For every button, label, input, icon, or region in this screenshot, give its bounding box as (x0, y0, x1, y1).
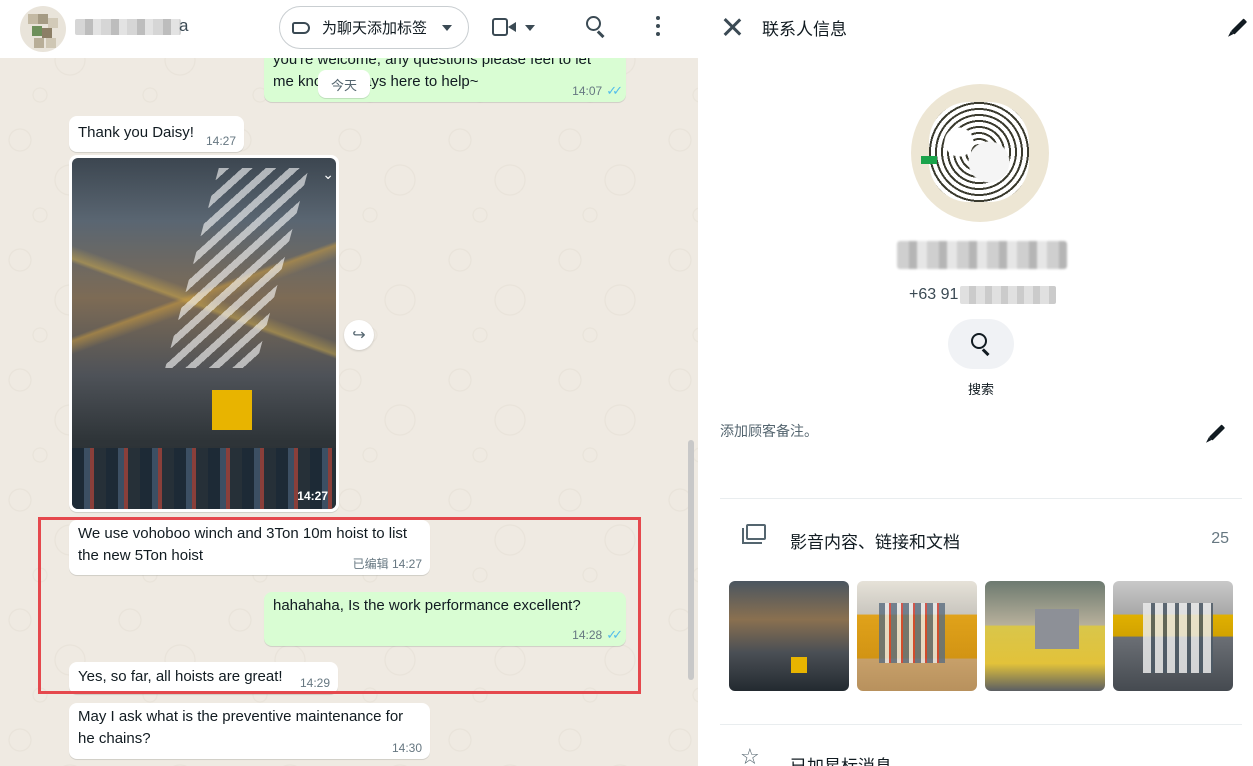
label-icon (292, 21, 310, 34)
day-divider: 今天 (318, 70, 370, 98)
customer-note-field[interactable]: 添加顾客备注。 (720, 421, 818, 441)
message-meta: 已编辑 14:27 (353, 557, 422, 571)
edited-label: 已编辑 (352, 557, 389, 571)
video-call-icon (492, 18, 508, 36)
message-bubble-incoming[interactable]: Yes, so far, all hoists are great! 14:29 (69, 662, 338, 694)
search-icon-handle (597, 30, 605, 38)
close-icon[interactable] (722, 17, 742, 37)
image-message[interactable]: ⌄ 14:27 (69, 155, 339, 512)
star-icon: ☆ (740, 744, 760, 766)
contact-info-title: 联系人信息 (762, 20, 847, 39)
message-text: hahahaha, Is the work performance excell… (273, 597, 581, 614)
message-meta: 14:28 ✓✓ (572, 627, 623, 643)
media-thumbnail[interactable] (857, 581, 977, 691)
message-time: 14:30 (391, 741, 422, 755)
menu-dot (656, 32, 660, 36)
add-label-button[interactable]: 为聊天添加标签 (279, 6, 469, 49)
add-label-text: 为聊天添加标签 (322, 20, 428, 37)
video-lens-icon (508, 22, 516, 32)
contact-info-pane: 联系人信息 +63 91 搜索 添加顾客备注。 影音内容、链接和文档 25 ☆ … (698, 0, 1253, 766)
message-time: 14:07 (572, 84, 603, 98)
message-text: Thank you Daisy! (78, 124, 194, 141)
forward-icon: ↪ (352, 327, 366, 344)
message-time: 14:27 (297, 489, 328, 503)
contact-phone: +63 91 (909, 286, 959, 303)
factory-photo[interactable]: ⌄ 14:27 (72, 158, 336, 509)
more-options-button[interactable] (652, 16, 664, 38)
media-thumbnail[interactable] (985, 581, 1105, 691)
search-icon-handle (982, 348, 990, 356)
chat-scrollbar[interactable] (688, 440, 694, 680)
contact-profile-photo[interactable] (911, 84, 1049, 222)
media-links-docs-title: 影音内容、链接和文档 (790, 533, 960, 552)
media-thumbnail[interactable] (729, 581, 849, 691)
message-text: Yes, so far, all hoists are great! (78, 668, 283, 685)
message-bubble-incoming[interactable]: Thank you Daisy! 14:27 (69, 116, 244, 152)
message-meta: 14:07 ✓✓ (572, 83, 623, 99)
message-time: 14:27 (391, 557, 422, 571)
message-time: 14:28 (572, 628, 603, 642)
profile-photo-redaction (929, 102, 1029, 202)
search-icon (971, 333, 987, 349)
chevron-down-icon (442, 24, 452, 31)
message-bubble-outgoing[interactable]: hahahaha, Is the work performance excell… (264, 592, 626, 646)
profile-photo-detail (921, 156, 937, 164)
chat-header: a 为聊天添加标签 (0, 0, 698, 58)
starred-messages-title: 已加星标消息 (790, 752, 892, 766)
more-vertical-icon (656, 16, 660, 20)
video-call-button[interactable] (492, 16, 540, 40)
message-bubble-incoming[interactable]: May I ask what is the preventive mainten… (69, 703, 430, 759)
message-time: 14:27 (205, 134, 236, 148)
divider (720, 498, 1242, 499)
read-ticks-icon: ✓✓ (606, 83, 623, 98)
media-thumbnail[interactable] (1113, 581, 1233, 691)
photo-hoist (212, 390, 252, 430)
message-time: 14:29 (299, 676, 330, 690)
contact-name-redacted[interactable] (75, 19, 181, 35)
media-count: 25 (1211, 530, 1229, 547)
media-gallery-icon (742, 524, 766, 544)
contact-name-redacted (897, 241, 1067, 269)
contact-phone-redacted (960, 286, 1056, 304)
contact-avatar[interactable] (20, 6, 66, 52)
chat-pane: a 为聊天添加标签 you're welcome, any questions … (0, 0, 698, 766)
search-chat-button[interactable] (584, 14, 608, 38)
contact-name-suffix[interactable]: a (179, 16, 188, 36)
chevron-down-icon[interactable]: ⌄ (322, 166, 334, 183)
media-icon-back (742, 528, 762, 544)
divider (720, 724, 1242, 725)
message-bubble-incoming[interactable]: We use vohoboo winch and 3Ton 10m hoist … (69, 520, 430, 575)
edit-contact-icon[interactable] (1230, 18, 1248, 35)
menu-dot (656, 24, 660, 28)
search-label: 搜索 (967, 382, 994, 397)
chevron-down-icon (525, 25, 535, 31)
search-messages-button[interactable] (948, 319, 1014, 369)
read-ticks-icon: ✓✓ (606, 627, 623, 642)
search-icon (586, 16, 601, 31)
photo-skylight (165, 168, 309, 368)
forward-button[interactable]: ↪ (344, 320, 374, 350)
message-text: May I ask what is the preventive mainten… (78, 708, 404, 747)
edit-note-icon[interactable] (1208, 424, 1226, 441)
